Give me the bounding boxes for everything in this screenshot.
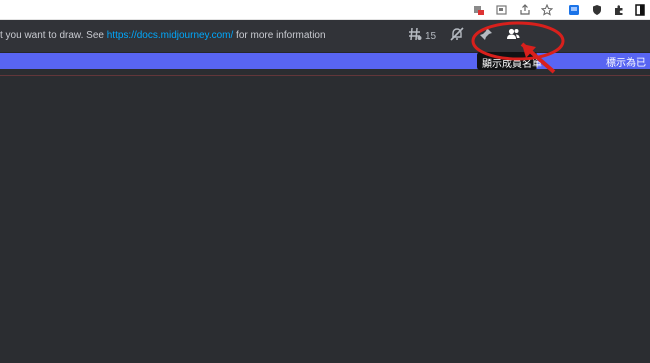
notification-settings-button[interactable] [450, 26, 464, 46]
channel-topic: t you want to draw. See https://docs.mid… [0, 30, 326, 41]
topic-suffix: for more information [233, 30, 326, 41]
tab-search-icon[interactable] [495, 3, 509, 17]
translate-icon[interactable] [472, 3, 486, 17]
threads-button[interactable]: 15 [408, 27, 437, 46]
mark-as-read-link[interactable]: 標示為已 [606, 54, 646, 69]
browser-toolbar [0, 0, 650, 20]
puzzle-icon[interactable] [612, 3, 626, 17]
sidepanel-icon[interactable] [633, 3, 647, 17]
star-icon[interactable] [540, 3, 554, 17]
annotation-circle-arrow [471, 21, 565, 74]
threads-icon [408, 27, 422, 46]
topic-link[interactable]: https://docs.midjourney.com/ [107, 30, 234, 41]
thread-count: 15 [425, 30, 437, 42]
topic-prefix: t you want to draw. See [0, 30, 107, 41]
shield-icon[interactable] [590, 3, 604, 17]
bell-muted-icon [450, 26, 464, 46]
share-icon[interactable] [518, 3, 532, 17]
extension-icon[interactable] [566, 3, 582, 17]
messages-area[interactable] [0, 69, 650, 363]
